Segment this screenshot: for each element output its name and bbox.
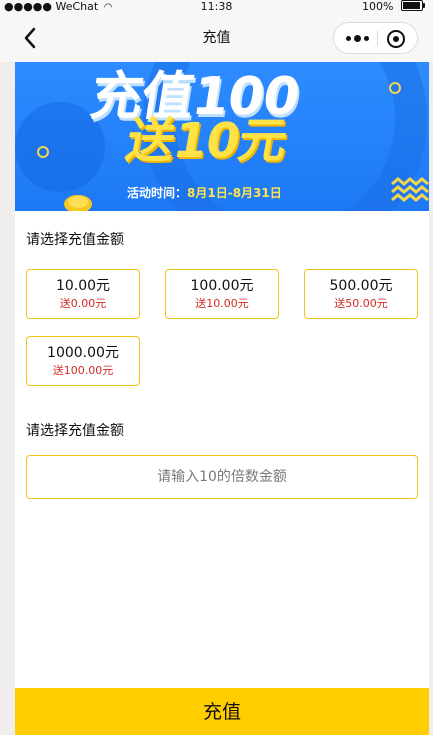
more-button[interactable]: [342, 29, 372, 47]
activity-period-date: 8月1日-8月31日: [187, 186, 282, 200]
battery-status: 100%: [362, 0, 425, 14]
activity-period: 活动时间：8月1日-8月31日: [127, 186, 282, 200]
amount-option-1000[interactable]: 1000.00元 送100.00元: [26, 336, 140, 386]
battery-percent: 100%: [362, 0, 394, 13]
activity-period-label: 活动时间：: [127, 186, 188, 200]
amount-bonus: 送0.00元: [59, 297, 107, 310]
amount-option-10[interactable]: 10.00元 送0.00元: [26, 269, 140, 319]
custom-amount-input[interactable]: [26, 455, 418, 499]
promotion-banner: 充值100 送10元 活动时间：8月1日-8月31日: [15, 62, 429, 211]
custom-amount-section-title: 请选择充值金额: [26, 423, 124, 439]
battery-icon: [401, 0, 425, 11]
mini-program-capsule: [333, 22, 418, 54]
amount-value: 100.00元: [190, 278, 254, 294]
amount-value: 500.00元: [329, 278, 393, 294]
amount-section-title: 请选择充值金额: [26, 232, 124, 248]
capsule-divider: [377, 31, 378, 46]
amount-option-500[interactable]: 500.00元 送50.00元: [304, 269, 418, 319]
close-mini-program-button[interactable]: [387, 30, 405, 48]
recharge-page: 充值100 送10元 活动时间：8月1日-8月31日 请选择充值金额 10.00…: [15, 62, 429, 735]
status-bar: ●●●●● WeChat ◠ 11:38 100%: [0, 0, 433, 14]
amount-bonus: 送50.00元: [334, 297, 388, 310]
amount-bonus: 送10.00元: [195, 297, 249, 310]
amount-value: 1000.00元: [47, 345, 119, 361]
banner-wave-decoration: [391, 177, 429, 202]
recharge-button[interactable]: 充值: [15, 688, 429, 735]
banner-decoration-dot: [37, 146, 49, 158]
amount-option-100[interactable]: 100.00元 送10.00元: [165, 269, 279, 319]
banner-gift-text: 送10元: [122, 113, 291, 169]
amount-bonus: 送100.00元: [52, 364, 114, 377]
banner-decoration-dot: [389, 82, 401, 94]
amount-value: 10.00元: [55, 278, 111, 294]
gold-coin-icon: [64, 195, 92, 211]
navigation-bar: 充值: [0, 14, 433, 62]
